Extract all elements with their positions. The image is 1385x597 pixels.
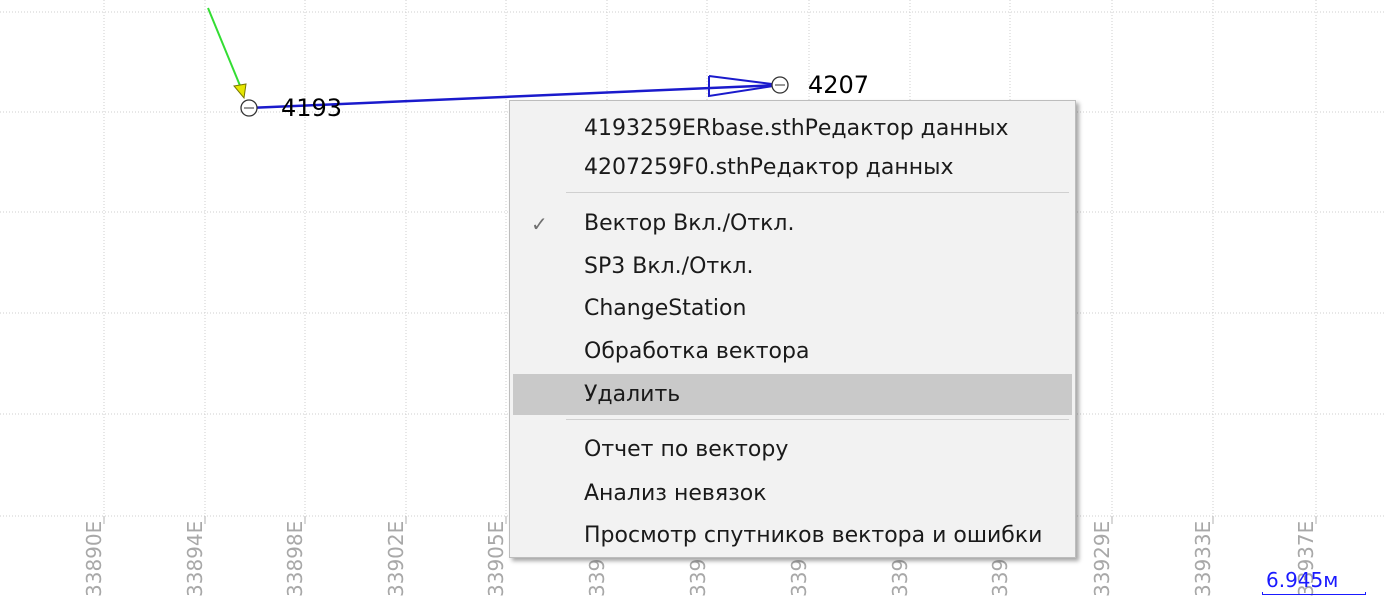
axis-prefix: 3 <box>1191 584 1215 597</box>
menu-separator <box>566 419 1069 420</box>
menu-item-delete[interactable]: Удалить <box>513 374 1072 415</box>
axis-prefix: 3 <box>888 584 912 597</box>
axis-label-text: 39 <box>988 558 1012 585</box>
axis-label-text: 39 <box>787 558 811 585</box>
menu-item-process-vector[interactable]: Обработка вектора <box>513 333 1072 371</box>
menu-item-label: Отчет по вектору <box>584 437 789 462</box>
menu-item-label: ChangeStation <box>584 296 747 321</box>
menu-item-toggle-sp3[interactable]: SP3 Вкл./Откл. <box>513 248 1072 286</box>
axis-label-text: 3905E <box>484 520 508 585</box>
menu-item-view-satellites[interactable]: Просмотр спутников вектора и ошибки <box>513 517 1072 555</box>
menu-item-label: Вектор Вкл./Откл. <box>584 211 795 236</box>
menu-item-change-station[interactable]: ChangeStation <box>513 290 1072 328</box>
menu-item-vector-report[interactable]: Отчет по вектору <box>513 431 1072 469</box>
axis-label-text: 3894E <box>183 520 207 585</box>
axis-label-text: 39 <box>888 558 912 585</box>
axis-prefix: 3 <box>183 584 207 597</box>
menu-item-label: Анализ невязок <box>584 481 767 506</box>
axis-label: 33898E <box>283 515 307 597</box>
checkmark-icon: ✓ <box>531 212 548 236</box>
axis-prefix: 3 <box>787 584 811 597</box>
axis-label: 33902E <box>384 515 408 597</box>
axis-label: 33933E <box>1191 515 1215 597</box>
menu-item-open-base-editor[interactable]: 4193259ERbase.sthРедактор данных <box>513 110 1072 148</box>
axis-label-text: 39 <box>585 558 609 585</box>
axis-prefix: 3 <box>384 584 408 597</box>
scale-label: 6.945м <box>1266 568 1339 592</box>
axis-label: 33905E <box>484 515 508 597</box>
menu-item-residual-analysis[interactable]: Анализ невязок <box>513 475 1072 513</box>
axis-prefix: 3 <box>82 584 106 597</box>
axis-label: 33890E <box>82 515 106 597</box>
menu-item-label: Обработка вектора <box>584 339 810 364</box>
station-label-4207: 4207 <box>808 71 870 99</box>
axis-prefix: 3 <box>686 584 710 597</box>
axis-label-text: 3902E <box>384 520 408 585</box>
axis-prefix: 3 <box>988 584 1012 597</box>
menu-item-label: Просмотр спутников вектора и ошибки <box>584 523 1043 548</box>
menu-item-label: 4193259ERbase.sthРедактор данных <box>584 116 1009 141</box>
menu-separator <box>566 192 1069 193</box>
menu-item-open-rover-editor[interactable]: 4207259F0.sthРедактор данных <box>513 149 1072 187</box>
axis-label: 33894E <box>183 515 207 597</box>
scale-bar <box>1262 592 1366 595</box>
axis-prefix: 3 <box>1090 584 1114 597</box>
menu-item-label: 4207259F0.sthРедактор данных <box>584 155 954 180</box>
axis-label: 33929E <box>1090 515 1114 597</box>
axis-label-text: 3898E <box>283 520 307 585</box>
axis-label-text: 3929E <box>1090 520 1114 585</box>
menu-item-label: SP3 Вкл./Откл. <box>584 254 754 279</box>
incoming-vector-arrowhead <box>233 83 247 100</box>
axis-prefix: 3 <box>484 584 508 597</box>
menu-item-label: Удалить <box>584 382 681 407</box>
incoming-vector <box>207 7 242 89</box>
axis-prefix: 3 <box>283 584 307 597</box>
axis-prefix: 3 <box>585 584 609 597</box>
axis-label-text: 3933E <box>1191 520 1215 585</box>
axis-label-text: 39 <box>686 558 710 585</box>
axis-label-text: 3890E <box>82 520 106 585</box>
context-menu: 4193259ERbase.sthРедактор данных 4207259… <box>509 100 1076 558</box>
menu-item-toggle-vector[interactable]: ✓ Вектор Вкл./Откл. <box>513 205 1072 243</box>
station-label-4193: 4193 <box>281 94 343 122</box>
